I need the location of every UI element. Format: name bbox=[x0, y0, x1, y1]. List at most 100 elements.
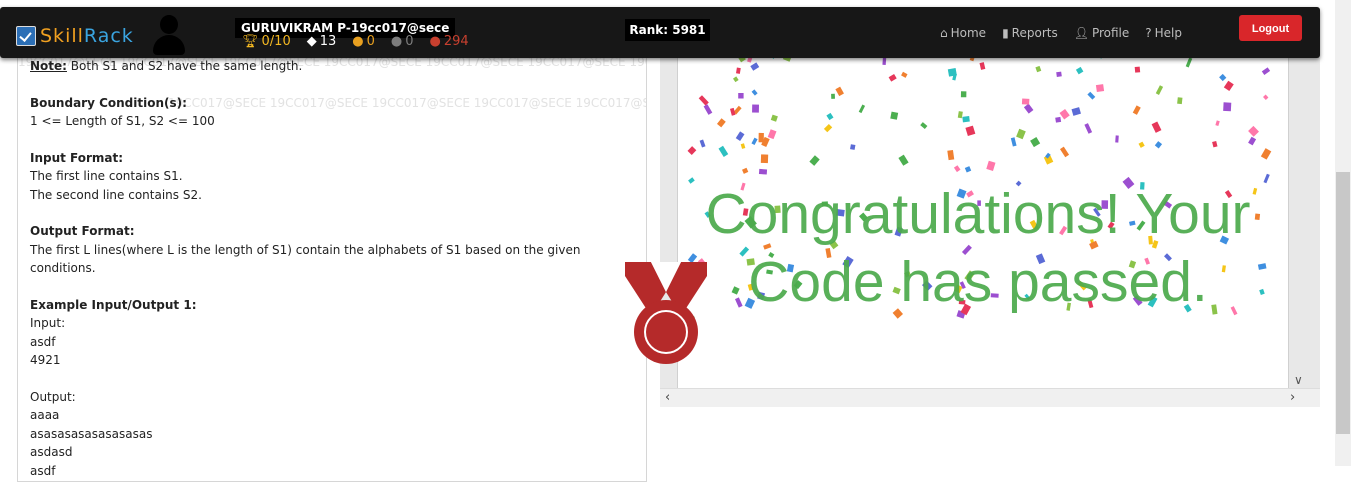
logo-check-icon bbox=[16, 26, 36, 46]
bar-chart-icon: ▮ bbox=[1002, 26, 1009, 40]
confetti-piece bbox=[1030, 137, 1041, 148]
page-scrollbar[interactable] bbox=[1335, 0, 1351, 466]
confetti-piece bbox=[823, 123, 833, 133]
home-icon: ⌂ bbox=[940, 26, 948, 40]
confetti-piece bbox=[718, 145, 729, 157]
confetti-piece bbox=[1035, 65, 1042, 73]
confetti-piece bbox=[1138, 141, 1145, 148]
confetti-piece bbox=[858, 104, 866, 114]
confetti-piece bbox=[831, 93, 835, 99]
confetti-piece bbox=[1115, 135, 1119, 143]
nav-profile[interactable]: 👤︎ Profile bbox=[1074, 26, 1130, 40]
confetti-piece bbox=[1155, 85, 1164, 95]
output-format-heading: Output Format: bbox=[30, 224, 135, 238]
confetti-piece bbox=[1261, 67, 1271, 76]
confetti-piece bbox=[1095, 84, 1105, 93]
confetti-piece bbox=[752, 104, 759, 113]
confetti-piece bbox=[1177, 97, 1183, 105]
confetti-piece bbox=[687, 146, 697, 155]
confetti-piece bbox=[1021, 98, 1030, 105]
horizontal-scrollbar[interactable]: ‹ › bbox=[660, 388, 1320, 407]
confetti-piece bbox=[964, 166, 972, 173]
note-line: Note: Both S1 and S2 have the same lengt… bbox=[30, 59, 303, 73]
confetti-piece bbox=[957, 111, 963, 119]
confetti-piece bbox=[1010, 137, 1017, 147]
nav-help[interactable]: ? Help bbox=[1145, 26, 1182, 40]
skillrack-logo[interactable]: SkillRack bbox=[16, 25, 134, 47]
stat-trophy: 🏆︎ 0/10 bbox=[242, 34, 291, 49]
logo-text: SkillRack bbox=[40, 25, 134, 47]
confetti-piece bbox=[947, 68, 957, 77]
confetti-piece bbox=[888, 74, 897, 82]
confetti-piece bbox=[758, 132, 764, 143]
confetti-piece bbox=[901, 71, 908, 78]
confetti-piece bbox=[965, 125, 976, 137]
boundary-text: 1 <= Length of S1, S2 <= 100 bbox=[30, 114, 215, 128]
example-heading: Example Input/Output 1: bbox=[30, 297, 197, 312]
confetti-piece bbox=[750, 62, 760, 71]
confetti-piece bbox=[1215, 120, 1220, 126]
nav-links: ⌂ Home ▮ Reports 👤︎ Profile ? Help bbox=[940, 26, 1198, 40]
user-icon: 👤︎ bbox=[1073, 26, 1089, 40]
stat-courses: ◆ 13 bbox=[306, 34, 337, 49]
boundary-heading: Boundary Condition(s): bbox=[30, 95, 187, 110]
problem-description-panel: 19CC017@SECE 19CC017@SECE 19CC017@SECE 1… bbox=[17, 40, 647, 482]
confetti-piece bbox=[1075, 66, 1084, 75]
stat-bronze: ● 0 bbox=[352, 34, 375, 49]
top-navbar: SkillRack GURUVIKRAM P-19cc017@sece 🏆︎ 0… bbox=[0, 7, 1320, 58]
confetti-piece bbox=[1071, 107, 1081, 116]
confetti-piece bbox=[1151, 121, 1162, 133]
confetti-piece bbox=[1134, 66, 1141, 73]
example-output-value: asdf bbox=[30, 463, 56, 478]
example-input-label: Input: bbox=[30, 316, 66, 330]
confetti-piece bbox=[742, 167, 749, 174]
nav-reports[interactable]: ▮ Reports bbox=[1002, 26, 1058, 40]
confetti-piece bbox=[735, 67, 741, 74]
confetti-piece bbox=[960, 91, 967, 98]
scroll-left-arrow[interactable]: ‹ bbox=[665, 390, 670, 405]
confetti-piece bbox=[1154, 141, 1163, 149]
input-format-heading: Input Format: bbox=[30, 150, 124, 165]
confetti-piece bbox=[770, 114, 778, 122]
stat-red: ● 294 bbox=[429, 34, 469, 49]
confetti-piece bbox=[703, 104, 713, 115]
confetti-piece bbox=[1223, 102, 1232, 112]
result-area: Congratulations! Your Code has passed. ∨… bbox=[660, 40, 1320, 407]
stat-silver: ● 0 bbox=[390, 34, 414, 49]
confetti-piece bbox=[1023, 103, 1034, 114]
example-output-label: Output: bbox=[30, 389, 76, 404]
input-format-line: The second line contains S2. bbox=[30, 187, 202, 202]
confetti-piece bbox=[1219, 73, 1227, 82]
confetti-piece bbox=[809, 155, 820, 166]
confetti-piece bbox=[1185, 57, 1193, 68]
confetti-piece bbox=[716, 118, 726, 128]
confetti-piece bbox=[1016, 128, 1026, 140]
avatar[interactable] bbox=[152, 15, 186, 55]
confetti-piece bbox=[1055, 116, 1062, 123]
logout-button[interactable]: Logout bbox=[1239, 15, 1302, 41]
nav-home[interactable]: ⌂ Home bbox=[940, 26, 986, 40]
confetti-piece bbox=[850, 144, 856, 150]
graduation-cap-icon: ◆ bbox=[306, 34, 317, 49]
scroll-right-arrow[interactable]: › bbox=[1290, 390, 1295, 405]
confetti-piece bbox=[1132, 105, 1141, 115]
confetti-piece bbox=[751, 89, 758, 96]
example-output-value: asdasd bbox=[30, 445, 73, 459]
confetti-piece bbox=[962, 116, 970, 123]
confetti-piece bbox=[1084, 123, 1093, 134]
confetti-piece bbox=[1059, 108, 1070, 120]
confetti-piece bbox=[758, 168, 768, 175]
confetti-piece bbox=[1212, 140, 1218, 148]
example-input-value: asdf bbox=[30, 334, 56, 349]
scroll-down-arrow[interactable]: ∨ bbox=[1294, 373, 1303, 387]
page-scrollbar-thumb[interactable] bbox=[1336, 172, 1350, 434]
silver-medal-icon: ● bbox=[390, 34, 403, 49]
confetti-piece bbox=[890, 111, 899, 120]
problem-content: Note: Both S1 and S2 have the same lengt… bbox=[30, 57, 646, 480]
confetti-piece bbox=[986, 160, 996, 171]
confetti-piece bbox=[920, 122, 928, 130]
trophy-icon: 🏆︎ bbox=[242, 34, 259, 49]
confetti-piece bbox=[751, 137, 758, 145]
confetti-piece bbox=[947, 150, 955, 161]
output-format-text: The first L lines(where L is the length … bbox=[30, 242, 581, 276]
